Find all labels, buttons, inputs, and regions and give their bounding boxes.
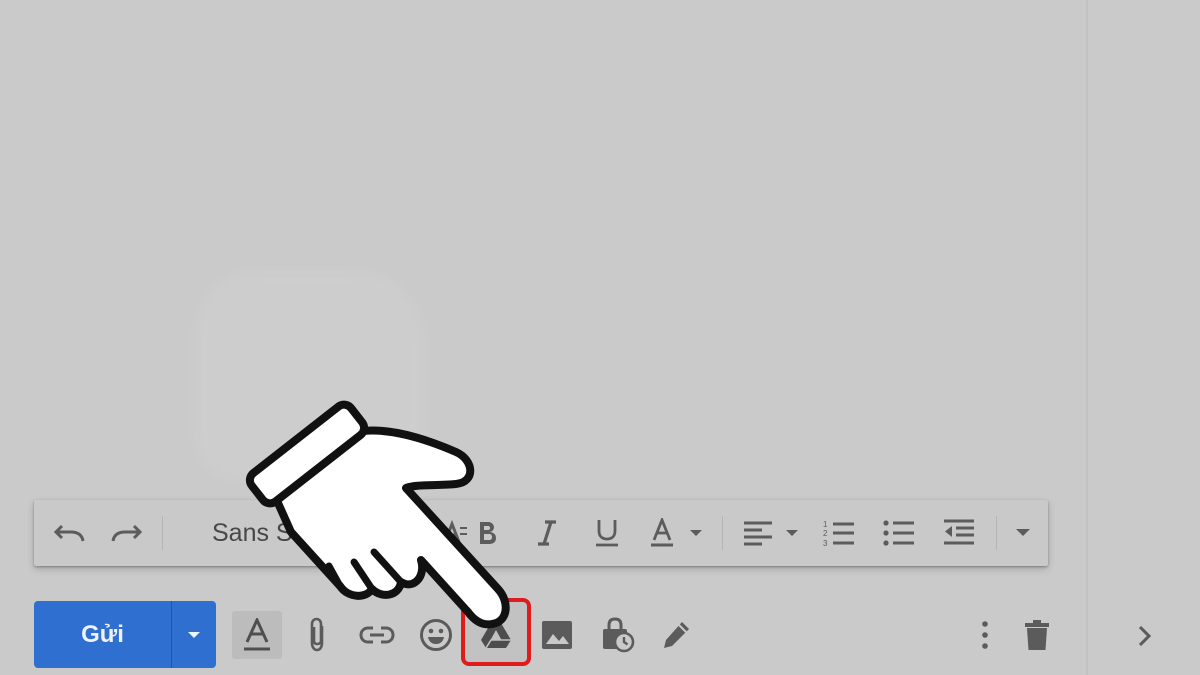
undo-icon[interactable] [48,513,90,553]
toolbar-separator [162,516,163,550]
toolbar-separator [996,516,997,550]
more-options-icon[interactable] [960,611,1010,659]
svg-text:3: 3 [823,539,828,548]
more-formatting-icon[interactable] [1002,513,1044,553]
side-panel-divider [1086,0,1088,675]
underline-icon[interactable] [586,513,628,553]
confidential-mode-icon[interactable] [592,611,642,659]
formatting-toolbar: Sans Serif 123 [34,500,1048,566]
chevron-down-icon [188,631,200,638]
send-button[interactable]: Gửi [34,601,171,668]
redo-icon[interactable] [106,513,148,553]
expand-side-panel-icon[interactable] [1128,618,1162,654]
discard-draft-icon[interactable] [1012,611,1062,659]
schedule-send-dropdown[interactable] [171,601,216,668]
svg-text:2: 2 [823,529,828,538]
send-button-label: Gửi [81,620,124,648]
numbered-list-icon[interactable]: 123 [818,513,860,553]
indent-less-icon[interactable] [938,513,980,553]
hand-pointer-icon [236,384,536,639]
svg-text:1: 1 [823,520,828,529]
photo-icon[interactable] [532,611,582,659]
compose-window: Sans Serif 123 Gửi [0,0,1200,675]
toolbar-separator [722,516,723,550]
text-color-icon[interactable] [648,513,708,553]
align-icon[interactable] [738,513,802,553]
bulleted-list-icon[interactable] [878,513,920,553]
signature-icon[interactable] [651,611,701,659]
